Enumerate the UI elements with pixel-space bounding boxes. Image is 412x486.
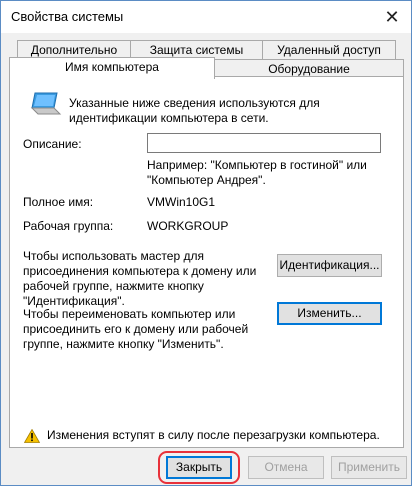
description-input[interactable]	[147, 133, 381, 153]
workgroup-value: WORKGROUP	[147, 219, 229, 233]
window-title: Свойства системы	[11, 9, 124, 24]
warning-icon	[24, 429, 40, 443]
system-properties-window: Свойства системы ✕ Дополнительно Защита …	[0, 0, 412, 486]
tab-panel: Указанные ниже сведения используются для…	[9, 76, 404, 448]
full-name-label: Полное имя:	[23, 195, 94, 209]
identification-button[interactable]: Идентификация...	[277, 254, 382, 277]
apply-button[interactable]: Применить	[331, 456, 407, 479]
example-text: Например: "Компьютер в гостиной" или "Ко…	[147, 158, 367, 187]
wizard-text: Чтобы использовать мастер для присоедине…	[23, 249, 257, 308]
tab-remote[interactable]: Удаленный доступ	[262, 40, 396, 60]
close-button[interactable]: Закрыть	[166, 456, 232, 479]
change-button[interactable]: Изменить...	[277, 302, 382, 325]
full-name-value: VMWin10G1	[147, 195, 216, 209]
intro-text: Указанные ниже сведения используются для…	[69, 96, 320, 125]
tab-computer-name[interactable]: Имя компьютера	[9, 57, 215, 79]
warning-text: Изменения вступят в силу после перезагру…	[47, 428, 380, 442]
workgroup-label: Рабочая группа:	[23, 219, 114, 233]
rename-text: Чтобы переименовать компьютер или присое…	[23, 307, 249, 351]
cancel-button[interactable]: Отмена	[248, 456, 324, 479]
close-icon[interactable]: ✕	[379, 4, 405, 30]
description-label: Описание:	[23, 137, 82, 151]
computer-icon	[30, 92, 62, 115]
title-bar: Свойства системы ✕	[1, 1, 411, 33]
